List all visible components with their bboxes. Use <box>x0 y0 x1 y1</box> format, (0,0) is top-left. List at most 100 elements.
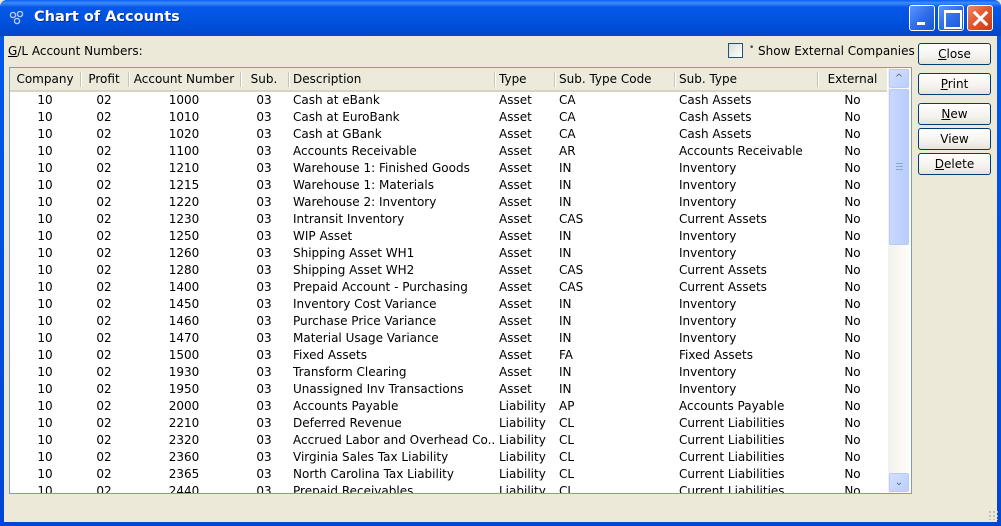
column-resize-handle[interactable] <box>494 72 495 87</box>
print-button[interactable]: Print <box>918 73 991 95</box>
table-row[interactable]: 10 02 1500 03 Fixed Assets Asset FA Fixed Asset… <box>10 347 887 364</box>
maximize-button[interactable] <box>938 5 964 31</box>
table-row[interactable]: 10 02 1280 03 Shipping Asset WH2 Asset CAS Curr… <box>10 262 887 279</box>
cell-type: Liability <box>499 467 546 481</box>
cell-company: 10 <box>37 399 53 413</box>
cell-company: 10 <box>37 416 53 430</box>
cell-profit: 02 <box>96 450 112 464</box>
cell-external: No <box>844 467 861 481</box>
cell-type: Asset <box>499 314 532 328</box>
cell-sub-type-code: FA <box>559 348 574 362</box>
cell-sub: 03 <box>256 195 272 209</box>
close-button[interactable]: Close <box>918 43 991 65</box>
minimize-button[interactable] <box>909 5 935 31</box>
table-row[interactable]: 10 02 2000 03 Accounts Payable Liability AP Acc… <box>10 398 887 415</box>
table-row[interactable]: 10 02 1230 03 Intransit Inventory Asset CAS Cur… <box>10 211 887 228</box>
cell-description: Purchase Price Variance <box>293 314 437 328</box>
cell-sub-type-code: IN <box>559 246 572 260</box>
cell-company: 10 <box>37 263 53 277</box>
cell-type: Asset <box>499 382 532 396</box>
cell-description: Inventory Cost Variance <box>293 297 437 311</box>
table-row[interactable]: 10 02 1220 03 Warehouse 2: Inventory Asset IN I… <box>10 194 887 211</box>
cell-description: Accrued Labor and Overhead Co... <box>293 433 494 447</box>
column-header-sub-type[interactable]: Sub. Type <box>679 68 817 90</box>
cell-description: North Carolina Tax Liability <box>293 467 454 481</box>
cell-sub-type-code: IN <box>559 365 572 379</box>
show-external-companies-label[interactable]: Show External Companies <box>758 44 915 58</box>
column-header-sub-type-code[interactable]: Sub. Type Code <box>559 68 674 90</box>
cell-external: No <box>844 161 861 175</box>
column-header-external[interactable]: External <box>818 68 887 90</box>
cell-description: Prepaid Account - Purchasing <box>293 280 468 294</box>
scroll-up-button[interactable]: ^ <box>889 69 909 88</box>
table-row[interactable]: 10 02 1950 03 Unassigned Inv Transactions Ass… <box>10 381 887 398</box>
cell-account-number: 1930 <box>168 365 200 379</box>
cell-sub-type: Inventory <box>679 246 737 260</box>
cell-description: Cash at GBank <box>293 127 382 141</box>
table-row[interactable]: 10 02 1020 03 Cash at GBank Asset CA Cash Asset… <box>10 126 887 143</box>
table-body: 10 02 1000 03 Cash at eBank Asset CA Cash Asset… <box>10 92 887 493</box>
table-row[interactable]: 10 02 1470 03 Material Usage Variance Asset IN… <box>10 330 887 347</box>
view-button[interactable]: View <box>918 128 991 150</box>
table-row[interactable]: 10 02 2210 03 Deferred Revenue Liability CL Cur… <box>10 415 887 432</box>
table-row[interactable]: 10 02 2320 03 Accrued Labor and Overhead Co.… <box>10 432 887 449</box>
table-row[interactable]: 10 02 1215 03 Warehouse 1: Materials Asset IN I… <box>10 177 887 194</box>
table-row[interactable]: 10 02 1100 03 Accounts Receivable Asset AR Acco… <box>10 143 887 160</box>
show-external-companies-checkbox[interactable] <box>728 43 743 58</box>
cell-type: Asset <box>499 297 532 311</box>
cell-profit: 02 <box>96 93 112 107</box>
scroll-thumb[interactable] <box>889 89 909 245</box>
column-resize-handle[interactable] <box>674 72 675 87</box>
cell-sub-type-code: CA <box>559 127 576 141</box>
cell-sub-type-code: IN <box>559 314 572 328</box>
table-row[interactable]: 10 02 1000 03 Cash at eBank Asset CA Cash Asset… <box>10 92 887 109</box>
cell-company: 10 <box>37 382 53 396</box>
vertical-scrollbar[interactable]: ^ ⌄ <box>888 68 911 493</box>
table-row[interactable]: 10 02 1400 03 Prepaid Account - Purchasing As… <box>10 279 887 296</box>
cell-sub-type: Fixed Assets <box>679 348 753 362</box>
cell-sub: 03 <box>256 348 272 362</box>
column-resize-handle[interactable] <box>554 72 555 87</box>
column-header-sub[interactable]: Sub. <box>240 68 288 90</box>
delete-button[interactable]: Delete <box>918 153 991 175</box>
cell-sub: 03 <box>256 263 272 277</box>
table-row[interactable]: 10 02 1210 03 Warehouse 1: Finished Goods Ass… <box>10 160 887 177</box>
table-row[interactable]: 10 02 1450 03 Inventory Cost Variance Asset IN… <box>10 296 887 313</box>
cell-external: No <box>844 382 861 396</box>
table-row[interactable]: 10 02 1260 03 Shipping Asset WH1 Asset IN Inven… <box>10 245 887 262</box>
cell-profit: 02 <box>96 382 112 396</box>
cell-sub-type-code: AP <box>559 399 575 413</box>
close-window-button[interactable] <box>967 5 993 31</box>
table-row[interactable]: 10 02 1460 03 Purchase Price Variance Asset IN… <box>10 313 887 330</box>
column-header-description[interactable]: Description <box>293 68 494 90</box>
column-header-company[interactable]: Company <box>10 68 80 90</box>
table-row[interactable]: 10 02 2360 03 Virginia Sales Tax Liability Li… <box>10 449 887 466</box>
column-header-account-number[interactable]: Account Number <box>128 68 240 90</box>
table-row[interactable]: 10 02 2365 03 North Carolina Tax Liability Li… <box>10 466 887 483</box>
column-header-profit[interactable]: Profit <box>80 68 128 90</box>
title-bar[interactable]: Chart of Accounts <box>0 0 1001 36</box>
cell-account-number: 2320 <box>168 433 200 447</box>
resize-grip[interactable] <box>988 510 998 520</box>
scroll-down-button[interactable]: ⌄ <box>889 473 909 492</box>
cell-external: No <box>844 416 861 430</box>
cell-sub-type: Cash Assets <box>679 110 752 124</box>
cell-description: Accounts Payable <box>293 399 399 413</box>
table-row[interactable]: 10 02 2440 03 Prepaid Receivables Liability CL… <box>10 483 887 493</box>
cell-sub-type-code: IN <box>559 178 572 192</box>
column-header-type[interactable]: Type <box>499 68 554 90</box>
cell-account-number: 1260 <box>168 246 200 260</box>
table-row[interactable]: 10 02 1010 03 Cash at EuroBank Asset CA Cash As… <box>10 109 887 126</box>
cell-account-number: 1950 <box>168 382 200 396</box>
table-row[interactable]: 10 02 1250 03 WIP Asset Asset IN Inventory No <box>10 228 887 245</box>
new-button[interactable]: New <box>918 103 991 125</box>
accounts-table[interactable]: Company Profit Account Number Sub. Descripti… <box>9 67 912 494</box>
cell-company: 10 <box>37 280 53 294</box>
cell-company: 10 <box>37 365 53 379</box>
column-resize-handle[interactable] <box>288 72 289 87</box>
cell-sub-type-code: CL <box>559 433 575 447</box>
table-row[interactable]: 10 02 1930 03 Transform Clearing Asset IN Inven… <box>10 364 887 381</box>
cell-type: Asset <box>499 348 532 362</box>
cell-company: 10 <box>37 229 53 243</box>
cell-sub-type: Current Liabilities <box>679 416 785 430</box>
